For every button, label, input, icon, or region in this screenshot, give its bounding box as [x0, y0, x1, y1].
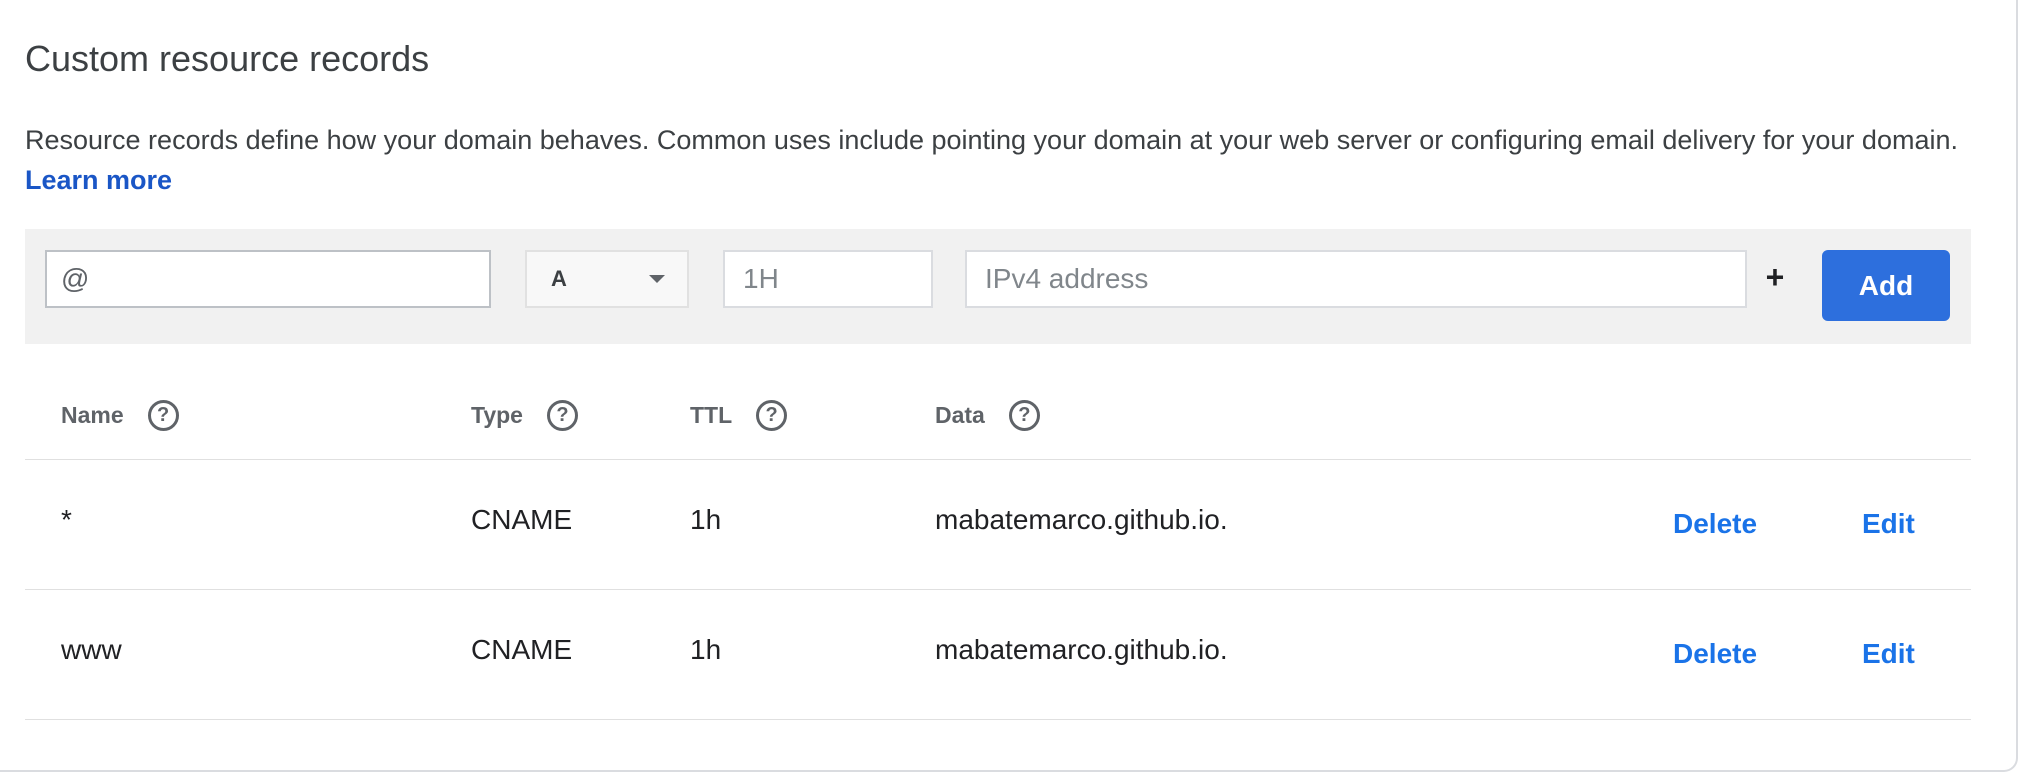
- header-data: Data ?: [935, 400, 1040, 431]
- header-name-label: Name: [61, 402, 124, 428]
- table-row: www CNAME 1h mabatemarco.github.io. Dele…: [25, 590, 1971, 720]
- table-header: Name ? Type ? TTL ? Data ?: [25, 370, 1971, 460]
- header-data-label: Data: [935, 402, 985, 428]
- section-title: Custom resource records: [25, 38, 430, 79]
- header-name: Name ?: [61, 400, 179, 431]
- record-ttl: 1h: [690, 504, 722, 535]
- section-description: Resource records define how your domain …: [25, 120, 1975, 200]
- record-data: mabatemarco.github.io.: [935, 634, 1228, 665]
- edit-button[interactable]: Edit: [1862, 508, 1915, 540]
- header-type-label: Type: [471, 402, 523, 428]
- record-type: CNAME: [471, 634, 573, 665]
- data-input[interactable]: IPv4 address: [965, 250, 1747, 308]
- header-type: Type ?: [471, 400, 578, 431]
- add-record-bar: @ A 1H IPv4 address + Add: [25, 229, 1971, 344]
- description-text: Resource records define how your domain …: [25, 125, 1958, 155]
- name-input[interactable]: @: [45, 250, 491, 308]
- record-type: CNAME: [471, 504, 573, 535]
- header-ttl: TTL ?: [690, 400, 788, 431]
- edit-button[interactable]: Edit: [1862, 638, 1915, 670]
- delete-button[interactable]: Delete: [1673, 508, 1757, 540]
- help-icon[interactable]: ?: [546, 400, 578, 431]
- help-icon[interactable]: ?: [147, 400, 179, 431]
- help-icon[interactable]: ?: [756, 400, 788, 431]
- delete-button[interactable]: Delete: [1673, 638, 1757, 670]
- learn-more-link[interactable]: Learn more: [25, 165, 172, 195]
- table-row: * CNAME 1h mabatemarco.github.io. Delete…: [25, 460, 1971, 590]
- record-ttl: 1h: [690, 634, 722, 665]
- ttl-input[interactable]: 1H: [723, 250, 933, 308]
- chevron-down-icon: [649, 275, 665, 283]
- record-data: mabatemarco.github.io.: [935, 504, 1228, 535]
- header-ttl-label: TTL: [690, 402, 733, 428]
- add-button[interactable]: Add: [1822, 250, 1950, 321]
- add-data-plus-button[interactable]: +: [1755, 259, 1795, 296]
- record-name: www: [61, 634, 122, 665]
- type-select[interactable]: A: [525, 250, 689, 308]
- type-select-value: A: [551, 266, 567, 291]
- help-icon[interactable]: ?: [1008, 400, 1040, 431]
- record-name: *: [61, 504, 72, 535]
